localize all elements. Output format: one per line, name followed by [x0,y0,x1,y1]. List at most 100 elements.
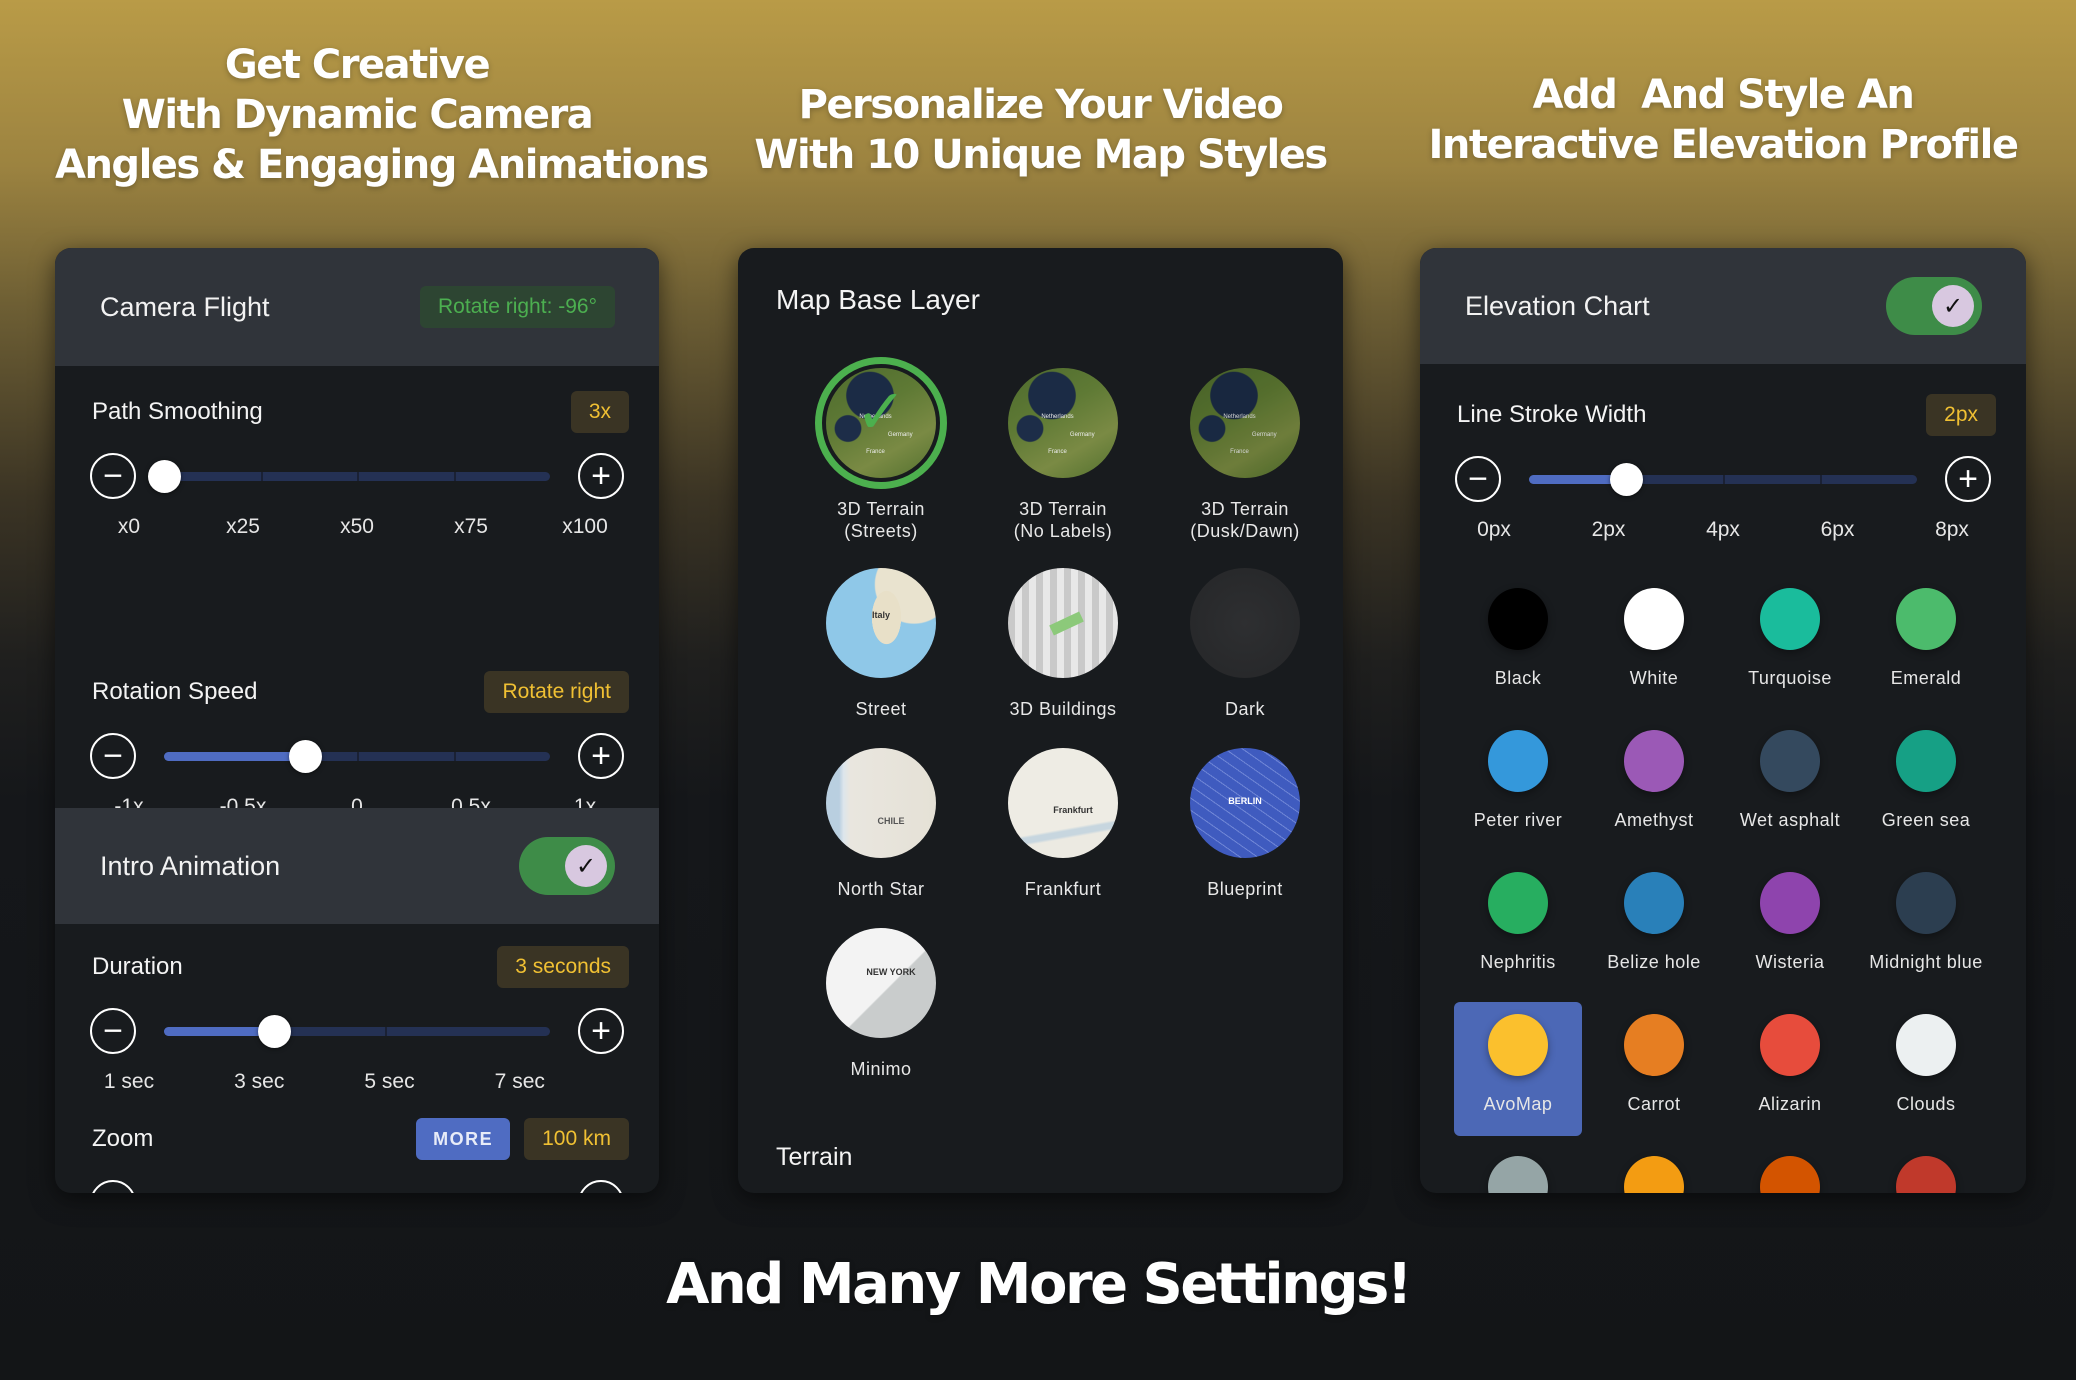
color-option[interactable]: Peter river [1454,718,1582,852]
color-option[interactable]: AvoMap [1454,1002,1582,1136]
decrease-button[interactable] [90,1180,136,1193]
map-style-option[interactable]: 3D Buildings [972,568,1154,720]
decrease-button[interactable]: − [90,733,136,779]
decrease-button[interactable]: − [1455,456,1501,502]
map-style-label: Blueprint [1154,878,1336,900]
map-style-option[interactable]: Netherlands Germany France 3D Terrain (Dusk/… [1154,368,1336,542]
map-style-label: 3D Terrain (Dusk/Dawn) [1154,498,1336,542]
camera-flight-title: Camera Flight [100,291,270,322]
color-option[interactable]: Wisteria [1726,860,1854,994]
tick-label: 1 sec [103,1070,155,1093]
thumbnail-place-label: Germany [1251,431,1277,438]
camera-settings-panel: Camera Flight Rotate right: -96° Path Sm… [55,248,659,1193]
slider-track[interactable] [1529,463,1917,496]
slider-tick-mark [384,1027,387,1036]
color-option[interactable]: Wet asphalt [1726,718,1854,852]
slider-track[interactable] [148,460,550,493]
color-option[interactable]: Belize hole [1590,860,1718,994]
color-option[interactable] [1590,1144,1718,1193]
map-style-label: Minimo [790,1058,972,1080]
slider-fill [164,752,305,761]
increase-button[interactable]: + [578,453,624,499]
decrease-button[interactable]: − [90,1008,136,1054]
color-option[interactable]: Clouds [1862,1002,1990,1136]
color-option[interactable] [1726,1144,1854,1193]
duration-slider[interactable]: − + [90,1008,624,1056]
map-style-label: Street [790,698,972,720]
map-style-label-line: 3D Buildings [1009,699,1117,719]
intro-animation-toggle[interactable]: ✓ [519,837,615,895]
map-style-thumbnail: NEW YORK [826,928,936,1038]
slider-track[interactable] [164,740,550,773]
increase-button[interactable]: + [578,1008,624,1054]
thumbnail-place-label: NEW YORK [866,966,916,977]
slider-track[interactable] [164,1015,550,1048]
duration-setting: Duration 3 seconds − + 1 sec 3 sec 5 sec 7 … [55,946,659,1106]
rotation-speed-slider[interactable]: − + [90,733,624,781]
color-option[interactable]: Nephritis [1454,860,1582,994]
map-style-option[interactable]: CHILE North Star [790,748,972,900]
color-swatch [1760,588,1820,650]
color-option[interactable]: Amethyst [1590,718,1718,852]
camera-flight-header[interactable]: Camera Flight Rotate right: -96° [55,248,659,366]
map-style-option[interactable]: Netherlands Germany France ✓ 3D Terrain (Stre… [790,357,972,542]
map-style-label-line: Blueprint [1207,879,1283,899]
map-style-option[interactable]: Netherlands Germany France 3D Terrain (No La… [972,368,1154,542]
map-style-option[interactable]: Italy Street [790,568,972,720]
color-swatch [1760,872,1820,934]
thumbnail-place-label: BERLIN [1228,796,1262,807]
increase-button[interactable]: + [578,733,624,779]
slider-thumb[interactable] [1610,463,1643,496]
increase-button[interactable]: + [1945,456,1991,502]
color-option[interactable] [1454,1144,1582,1193]
path-smoothing-slider[interactable]: − + [90,453,624,501]
headline-line: With 10 Unique Map Styles [754,132,1328,178]
thumbnail-place-label: Netherlands [1223,414,1256,421]
color-option[interactable]: Emerald [1862,576,1990,710]
map-style-option[interactable]: Dark [1154,568,1336,720]
map-style-label-line: 3D Terrain [1201,499,1289,519]
color-swatch [1488,872,1548,934]
map-style-thumbnail [1008,568,1118,678]
color-swatch [1760,1014,1820,1076]
line-stroke-width-slider[interactable]: − + [1455,456,1991,504]
rotation-speed-value-badge: Rotate right [484,671,629,713]
map-style-thumbnail [1190,568,1300,678]
color-option[interactable]: White [1590,576,1718,710]
color-option[interactable]: Black [1454,576,1582,710]
slider-thumb[interactable] [258,1015,292,1048]
color-option[interactable]: Turquoise [1726,576,1854,710]
intro-animation-header[interactable]: Intro Animation ✓ [55,808,659,924]
check-icon: ✓ [855,378,907,447]
increase-button[interactable] [578,1180,624,1193]
decrease-button[interactable]: − [90,453,136,499]
plus-icon: + [591,737,611,775]
thumbnail-place-label: Netherlands [1041,414,1074,421]
map-style-option[interactable]: NEW YORK Minimo [790,928,972,1080]
color-swatch [1488,588,1548,650]
color-option[interactable]: Green sea [1862,718,1990,852]
color-swatch [1896,588,1956,650]
color-option[interactable]: Carrot [1590,1002,1718,1136]
slider-thumb[interactable] [148,460,181,493]
map-style-label-line: Dark [1224,699,1265,719]
headline-line: Add And Style An [1532,72,1915,118]
headline-line: Interactive Elevation Profile [1428,122,2019,168]
more-button[interactable]: MORE [416,1118,511,1160]
slider-thumb[interactable] [288,740,322,773]
zoom-label: Zoom [92,1125,154,1152]
elevation-chart-header[interactable]: Elevation Chart ✓ [1420,248,2026,364]
color-swatch [1760,730,1820,792]
map-style-label: North Star [790,878,972,900]
rotation-speed-setting: Rotation Speed Rotate right − + -1x -0.5x… [55,521,659,818]
color-swatch [1760,1156,1820,1193]
map-style-option[interactable]: BERLIN Blueprint [1154,748,1336,900]
zoom-slider[interactable] [90,1180,624,1193]
elevation-chart-toggle[interactable]: ✓ [1886,277,1982,335]
thumbnail-place-label: Germany [1069,431,1095,438]
color-option[interactable]: Midnight blue [1862,860,1990,994]
color-option[interactable]: Alizarin [1726,1002,1854,1136]
map-style-label: Frankfurt [972,878,1154,900]
color-option[interactable] [1862,1144,1990,1193]
map-style-option[interactable]: Frankfurt Frankfurt [972,748,1154,900]
